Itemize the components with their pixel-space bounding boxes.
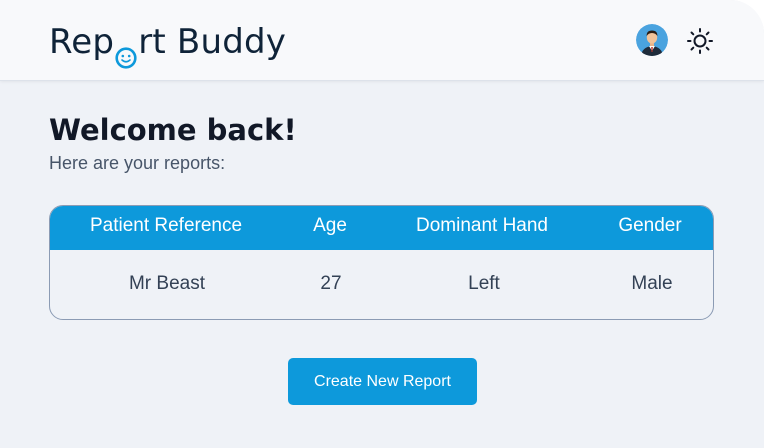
cell-gender: Male	[631, 273, 673, 294]
create-new-report-button[interactable]: Create New Report	[288, 358, 477, 405]
logo-text-start: Rep	[49, 22, 115, 62]
top-bar: Rep rt Buddy	[0, 0, 764, 81]
sun-icon[interactable]	[685, 26, 715, 56]
logo-text-end: rt Buddy	[138, 22, 287, 62]
column-header-gender: Gender	[618, 215, 682, 236]
reports-table: Patient Reference Age Dominant Hand Gend…	[49, 205, 714, 320]
cell-dominant-hand: Left	[468, 273, 500, 294]
app-logo[interactable]: Rep rt Buddy	[49, 20, 287, 69]
app-window: Rep rt Buddy Welcome back! Here are your…	[0, 0, 764, 448]
column-header-patient-reference: Patient Reference	[89, 215, 243, 236]
column-header-dominant-hand: Dominant Hand	[415, 215, 549, 236]
user-avatar-icon[interactable]	[636, 24, 668, 56]
page-title: Welcome back!	[49, 113, 297, 147]
table-header: Patient Reference Age Dominant Hand Gend…	[50, 206, 713, 250]
cell-age: 27	[320, 273, 342, 294]
column-header-age: Age	[313, 215, 347, 236]
smiley-o-icon	[115, 36, 137, 69]
page-subtitle: Here are your reports:	[49, 153, 226, 173]
cell-patient-reference: Mr Beast	[128, 273, 206, 294]
